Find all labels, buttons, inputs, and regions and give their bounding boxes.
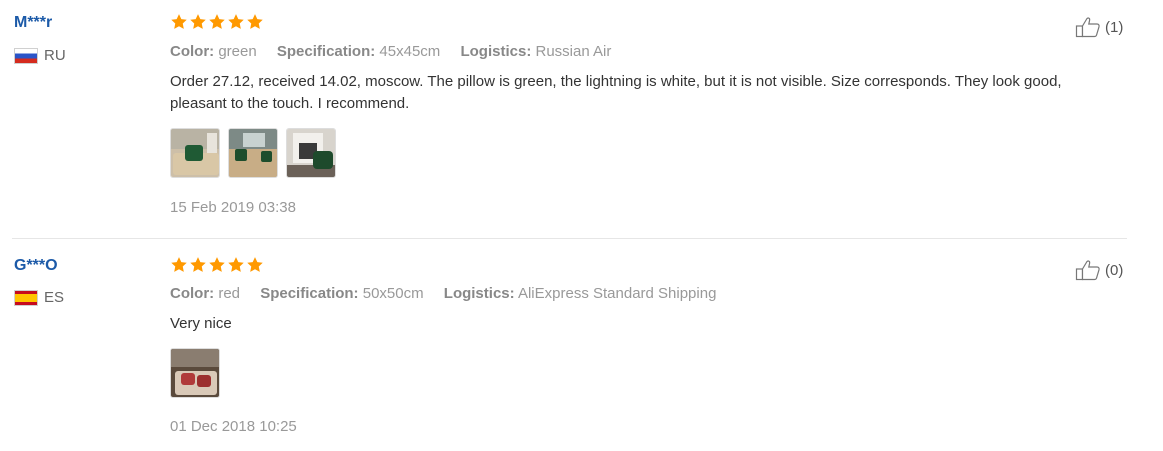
review-item: G***O ES Color: red Specification: 50x50…: [0, 240, 1163, 451]
helpful-button[interactable]: (0): [1075, 259, 1123, 281]
star-rating: [170, 13, 264, 31]
star-icon: [247, 14, 263, 29]
review-date: 01 Dec 2018 10:25: [170, 418, 297, 435]
thumbs-up-icon: [1075, 260, 1100, 281]
review-divider: [12, 238, 1127, 239]
review-item: M***r RU Color: green Specification: 45x…: [0, 0, 1163, 238]
color-value: red: [218, 285, 241, 302]
review-photos: [170, 128, 336, 178]
reviewer-country: RU: [14, 47, 66, 64]
review-text: Order 27.12, received 14.02, moscow. The…: [170, 73, 1062, 112]
order-attributes: Color: green Specification: 45x45cm Logi…: [170, 43, 627, 60]
review-photos: [170, 348, 220, 398]
specification-value: 50x50cm: [362, 285, 424, 302]
review-photo[interactable]: [228, 128, 278, 178]
russia-flag-icon: [14, 47, 38, 64]
reviewer-name: M***r: [14, 14, 53, 31]
logistics-label: Logistics:: [443, 285, 515, 302]
spain-flag-icon: [14, 289, 38, 306]
review-photo[interactable]: [170, 128, 220, 178]
color-label: Color:: [170, 43, 215, 60]
star-rating: [170, 256, 264, 274]
star-icon: [247, 257, 263, 272]
country-code: RU: [44, 47, 66, 64]
review-photo[interactable]: [286, 128, 336, 178]
logistics-value: AliExpress Standard Shipping: [517, 285, 717, 302]
logistics-value: Russian Air: [535, 43, 612, 60]
star-icon: [171, 14, 187, 29]
star-icon: [209, 14, 225, 29]
star-icon: [228, 257, 244, 272]
reviewer-country: ES: [14, 289, 64, 306]
reviewer-name: G***O: [14, 257, 58, 274]
helpful-count: (0): [1105, 261, 1124, 279]
review-text: Very nice: [170, 315, 232, 332]
review-photo[interactable]: [170, 348, 220, 398]
star-icon: [209, 257, 225, 272]
thumbs-up-icon: [1075, 17, 1100, 38]
specification-label: Specification:: [260, 285, 359, 302]
logistics-label: Logistics:: [460, 43, 532, 60]
color-value: green: [218, 43, 257, 60]
star-icon: [228, 14, 244, 29]
helpful-button[interactable]: (1): [1075, 16, 1123, 38]
star-icon: [190, 14, 206, 29]
country-code: ES: [44, 289, 65, 306]
review-date: 15 Feb 2019 03:38: [170, 199, 296, 216]
specification-label: Specification:: [276, 43, 376, 60]
helpful-count: (1): [1105, 18, 1124, 36]
specification-value: 45x45cm: [379, 43, 441, 60]
star-icon: [190, 257, 206, 272]
order-attributes: Color: red Specification: 50x50cm Logist…: [170, 285, 732, 302]
star-icon: [171, 257, 187, 272]
color-label: Color:: [170, 285, 215, 302]
